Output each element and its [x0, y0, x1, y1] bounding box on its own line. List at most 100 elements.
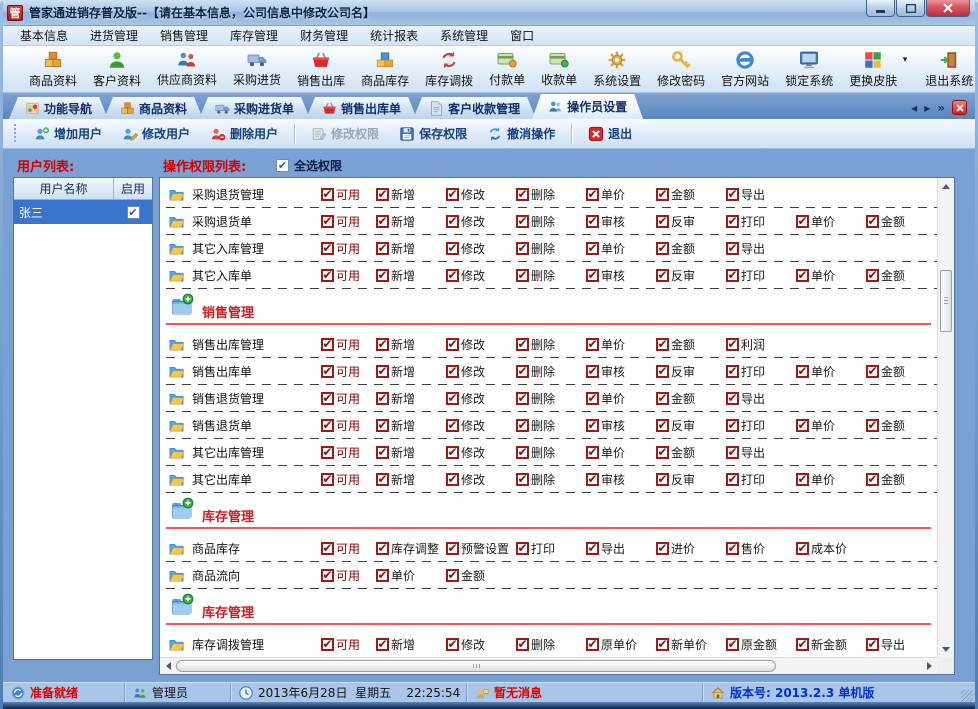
user-name-column[interactable]: 用户名称 [14, 178, 114, 199]
permission-checkbox[interactable]: ✔ [796, 419, 809, 432]
permission-checkbox[interactable]: ✔ [446, 542, 459, 555]
permission-checkbox[interactable]: ✔ [726, 473, 739, 486]
permission-checkbox[interactable]: ✔ [866, 269, 879, 282]
permission-checkbox[interactable]: ✔ [726, 542, 739, 555]
toolbar-item-1[interactable]: 客户资料 [85, 47, 149, 91]
permission-checkbox[interactable]: ✔ [446, 392, 459, 405]
permission-checkbox[interactable]: ✔ [516, 638, 529, 651]
permission-checkbox[interactable]: ✔ [796, 269, 809, 282]
select-all-permissions[interactable]: ✔ 全选权限 [276, 157, 342, 174]
permission-checkbox[interactable]: ✔ [446, 473, 459, 486]
action-1[interactable]: 修改用户 [113, 121, 199, 146]
permission-checkbox[interactable]: ✔ [726, 269, 739, 282]
permission-checkbox[interactable]: ✔ [376, 569, 389, 582]
permission-checkbox[interactable]: ✔ [516, 242, 529, 255]
toolbar-item-12[interactable]: 锁定系统 [777, 47, 841, 91]
permission-checkbox[interactable]: ✔ [516, 215, 529, 228]
permission-checkbox[interactable]: ✔ [516, 365, 529, 378]
permission-checkbox[interactable]: ✔ [516, 338, 529, 351]
permission-checkbox[interactable]: ✔ [321, 242, 334, 255]
permission-checkbox[interactable]: ✔ [586, 392, 599, 405]
user-row[interactable]: 张三 ✔ [14, 200, 152, 224]
permission-checkbox[interactable]: ✔ [516, 542, 529, 555]
permission-checkbox[interactable]: ✔ [796, 365, 809, 378]
permission-checkbox[interactable]: ✔ [376, 365, 389, 378]
permission-checkbox[interactable]: ✔ [586, 473, 599, 486]
permission-checkbox[interactable]: ✔ [446, 215, 459, 228]
permission-checkbox[interactable]: ✔ [656, 215, 669, 228]
permission-checkbox[interactable]: ✔ [446, 569, 459, 582]
permission-checkbox[interactable]: ✔ [376, 215, 389, 228]
tab-scroll-left-icon[interactable]: ◂ [911, 102, 917, 114]
permission-checkbox[interactable]: ✔ [376, 473, 389, 486]
permission-checkbox[interactable]: ✔ [321, 638, 334, 651]
permission-checkbox[interactable]: ✔ [866, 215, 879, 228]
permission-checkbox[interactable]: ✔ [726, 392, 739, 405]
permission-checkbox[interactable]: ✔ [446, 338, 459, 351]
menu-item-0[interactable]: 基本信息 [9, 26, 79, 46]
menu-item-6[interactable]: 系统管理 [429, 26, 499, 46]
permission-checkbox[interactable]: ✔ [726, 638, 739, 651]
scroll-right-icon[interactable] [921, 658, 937, 674]
permission-checkbox[interactable]: ✔ [866, 473, 879, 486]
permission-checkbox[interactable]: ✔ [586, 446, 599, 459]
permission-checkbox[interactable]: ✔ [321, 269, 334, 282]
permission-checkbox[interactable]: ✔ [656, 269, 669, 282]
vertical-scroll-thumb[interactable] [940, 270, 952, 332]
permission-checkbox[interactable]: ✔ [586, 242, 599, 255]
permission-checkbox[interactable]: ✔ [726, 188, 739, 201]
chevron-down-icon[interactable]: ▾ [903, 55, 908, 65]
action-0[interactable]: 增加用户 [25, 121, 111, 146]
permission-checkbox[interactable]: ✔ [586, 638, 599, 651]
permission-checkbox[interactable]: ✔ [516, 473, 529, 486]
tab-scroll-right-icon[interactable]: ▸ [924, 102, 930, 114]
permission-checkbox[interactable]: ✔ [321, 392, 334, 405]
permission-checkbox[interactable]: ✔ [656, 242, 669, 255]
permission-checkbox[interactable]: ✔ [321, 419, 334, 432]
tab-list-icon[interactable]: » [937, 102, 945, 114]
permission-checkbox[interactable]: ✔ [656, 419, 669, 432]
permission-checkbox[interactable]: ✔ [376, 242, 389, 255]
permission-checkbox[interactable]: ✔ [656, 638, 669, 651]
toolbar-item-7[interactable]: 付款单 [481, 47, 533, 91]
permission-checkbox[interactable]: ✔ [516, 269, 529, 282]
user-enabled-column[interactable]: 启用 [114, 178, 152, 199]
action-5[interactable]: 撤消操作 [478, 121, 564, 146]
permission-checkbox[interactable]: ✔ [321, 338, 334, 351]
permission-checkbox[interactable]: ✔ [656, 338, 669, 351]
permission-checkbox[interactable]: ✔ [866, 419, 879, 432]
permission-checkbox[interactable]: ✔ [796, 638, 809, 651]
permission-checkbox[interactable]: ✔ [866, 365, 879, 378]
horizontal-scrollbar[interactable] [160, 657, 937, 674]
permission-checkbox[interactable]: ✔ [376, 269, 389, 282]
permission-checkbox[interactable]: ✔ [321, 542, 334, 555]
permission-checkbox[interactable]: ✔ [376, 542, 389, 555]
close-button[interactable] [926, 0, 970, 17]
tab-5[interactable]: 操作员设置 [532, 94, 643, 119]
scroll-down-icon[interactable] [938, 641, 954, 657]
permission-checkbox[interactable]: ✔ [321, 188, 334, 201]
actionbar-grip[interactable] [13, 124, 17, 144]
permission-checkbox[interactable]: ✔ [516, 419, 529, 432]
select-all-checkbox[interactable]: ✔ [276, 159, 289, 172]
menu-item-2[interactable]: 销售管理 [149, 26, 219, 46]
toolbar-item-11[interactable]: 官方网站 [713, 47, 777, 91]
permission-checkbox[interactable]: ✔ [656, 392, 669, 405]
toolbar-item-8[interactable]: 收款单 [533, 47, 585, 91]
toolbar-item-5[interactable]: 商品库存 [353, 47, 417, 91]
toolbar-item-2[interactable]: 供应商资料 [149, 47, 225, 91]
permission-checkbox[interactable]: ✔ [726, 365, 739, 378]
minimize-button[interactable] [866, 0, 895, 17]
vertical-scrollbar[interactable] [937, 178, 954, 657]
menu-item-5[interactable]: 统计报表 [359, 26, 429, 46]
permission-checkbox[interactable]: ✔ [446, 269, 459, 282]
permission-checkbox[interactable]: ✔ [726, 338, 739, 351]
toolbar-item-9[interactable]: 系统设置 [585, 47, 649, 91]
tab-0[interactable]: 功能导航 [9, 97, 108, 119]
toolbar-item-0[interactable]: 商品资料 [21, 47, 85, 91]
resize-grip[interactable] [961, 690, 973, 702]
tab-3[interactable]: 销售出库单 [306, 97, 417, 119]
permission-checkbox[interactable]: ✔ [586, 338, 599, 351]
tab-close-icon[interactable] [952, 100, 967, 115]
scroll-up-icon[interactable] [938, 178, 954, 194]
